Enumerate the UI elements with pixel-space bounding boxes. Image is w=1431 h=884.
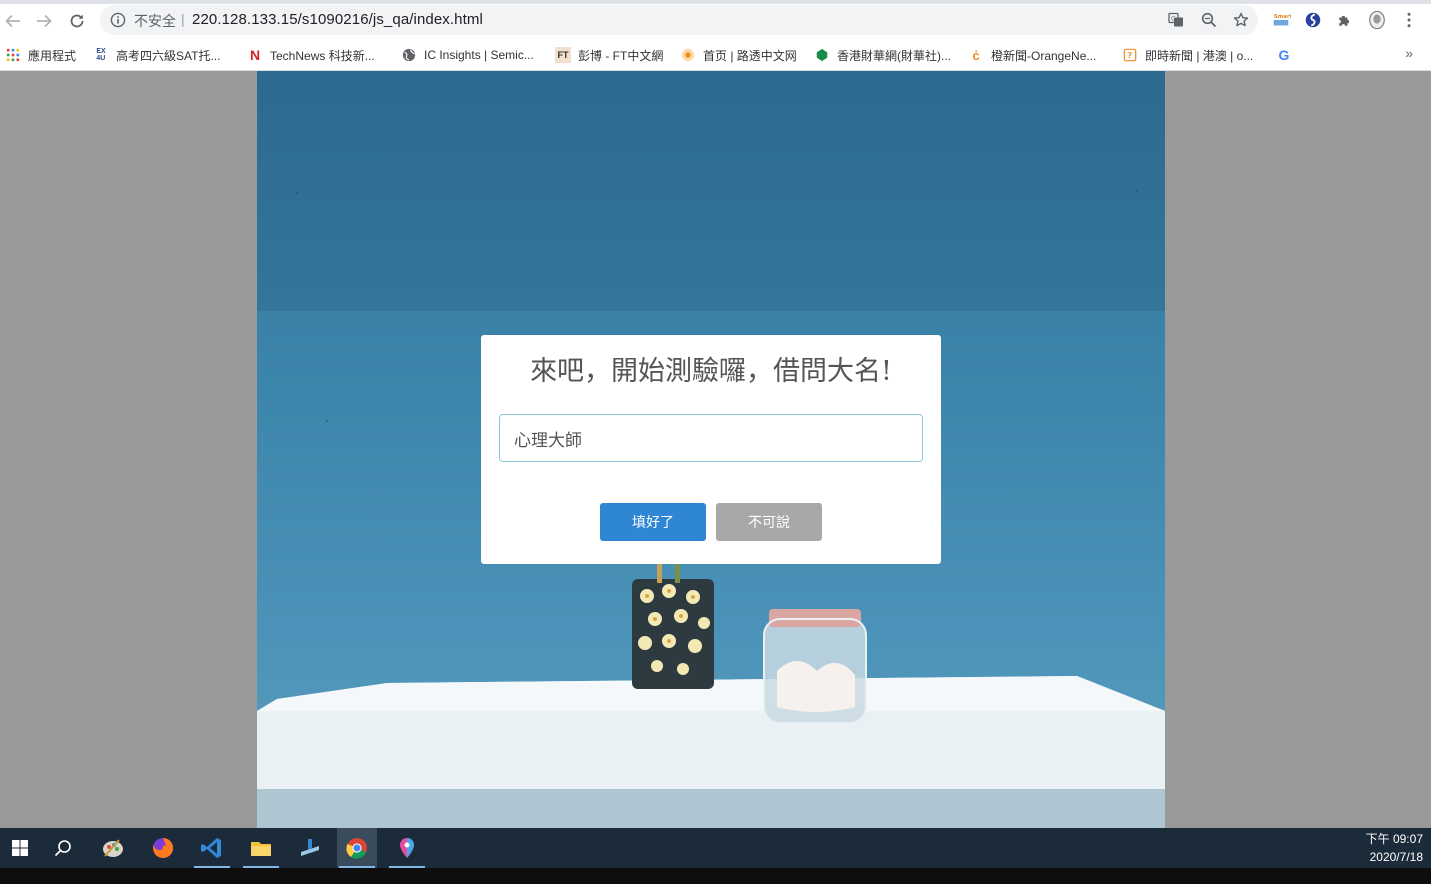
arrow-right-icon bbox=[37, 14, 52, 28]
taskbar-search-button[interactable] bbox=[43, 828, 83, 868]
star-icon[interactable] bbox=[1233, 12, 1249, 28]
tab-strip-edge bbox=[0, 0, 1431, 4]
bookmark-label: IC Insights | Semic... bbox=[424, 48, 534, 62]
orange-news-icon: ċ bbox=[972, 47, 980, 63]
taskbar-vscode[interactable] bbox=[192, 828, 232, 868]
bookmark-label: 香港財華網(財華社)... bbox=[837, 48, 951, 63]
reuters-icon bbox=[680, 47, 696, 63]
taskbar-file-explorer[interactable] bbox=[241, 828, 281, 868]
dialog-title: 來吧，開始測驗囉，借問大名! bbox=[530, 356, 892, 387]
taskbar-maps[interactable] bbox=[387, 828, 427, 868]
firefox-icon bbox=[153, 837, 174, 858]
smart-extension-icon[interactable]: Smart bbox=[1270, 9, 1292, 31]
bookmark-orange-news[interactable]: ċ 橙新聞-OrangeNe... bbox=[968, 44, 1096, 66]
arrow-left-icon bbox=[5, 14, 20, 28]
globe-icon bbox=[401, 47, 417, 63]
technews-icon: N bbox=[249, 47, 261, 63]
bookmark-reuters[interactable]: 首页 | 路透中文网 bbox=[680, 44, 797, 66]
profile-avatar-icon[interactable] bbox=[1366, 9, 1388, 31]
bookmark-label: 彭博 - FT中文網 bbox=[578, 48, 664, 63]
installer-icon bbox=[301, 839, 319, 856]
address-separator: | bbox=[181, 11, 185, 27]
zoom-icon[interactable] bbox=[1201, 12, 1217, 28]
address-bar[interactable]: 不安全 | 220.128.133.15/s1090216/js_qa/inde… bbox=[100, 5, 1258, 35]
bookmarks-bar: 應用程式 EX 4U 高考四六級SAT托... N TechNews 科技新...… bbox=[0, 40, 1431, 71]
confirm-button[interactable]: 填好了 bbox=[600, 503, 706, 541]
bookmark-finet[interactable]: 香港財華網(財華社)... bbox=[814, 44, 951, 66]
svg-text:G: G bbox=[1171, 16, 1176, 23]
bookmark-instant-news[interactable]: ? 即時新聞 | 港澳 | o... bbox=[1122, 44, 1253, 66]
bookmark-icinsights[interactable]: IC Insights | Semic... bbox=[401, 44, 534, 66]
url-text[interactable]: 220.128.133.15/s1090216/js_qa/index.html bbox=[192, 11, 483, 28]
browser-toolbar: 不安全 | 220.128.133.15/s1090216/js_qa/inde… bbox=[0, 0, 1431, 40]
bookmark-label: 即時新聞 | 港澳 | o... bbox=[1145, 48, 1254, 63]
name-dialog: 來吧，開始測驗囉，借問大名! 填好了 不可說 bbox=[481, 335, 941, 564]
screen-bottom-edge bbox=[0, 868, 1431, 884]
kebab-menu-icon[interactable] bbox=[1398, 9, 1420, 31]
bookmark-label: 高考四六級SAT托... bbox=[116, 48, 221, 63]
ft-icon: FT bbox=[555, 47, 571, 63]
clock-time: 下午 09:07 bbox=[1365, 832, 1423, 846]
file-explorer-icon bbox=[251, 842, 271, 856]
bookmark-label: 橙新聞-OrangeNe... bbox=[991, 48, 1097, 63]
windows-start-icon bbox=[12, 840, 28, 856]
bookmarks-overflow-button[interactable]: » bbox=[1405, 45, 1413, 61]
google-icon: G bbox=[1278, 47, 1290, 63]
exam4us-icon: EX 4U bbox=[96, 48, 106, 62]
apps-grid-icon bbox=[5, 47, 21, 63]
finet-icon bbox=[814, 47, 830, 63]
clock-date: 2020/7/18 bbox=[1369, 850, 1423, 864]
bookmark-label: TechNews 科技新... bbox=[270, 48, 375, 63]
search-icon bbox=[54, 840, 71, 857]
translate-icon[interactable]: G bbox=[1168, 12, 1184, 28]
security-label[interactable]: 不安全 bbox=[134, 11, 176, 31]
svg-text:?: ? bbox=[1127, 51, 1132, 60]
name-input[interactable] bbox=[499, 414, 923, 462]
bookmark-google[interactable]: G bbox=[1276, 44, 1299, 66]
back-button[interactable] bbox=[0, 8, 26, 34]
chrome-icon bbox=[346, 838, 367, 859]
puzzle-icon[interactable] bbox=[1334, 9, 1356, 31]
taskbar-installer[interactable] bbox=[290, 828, 330, 868]
vscode-icon bbox=[201, 838, 221, 858]
taskbar-paint[interactable] bbox=[93, 828, 133, 868]
news-icon: ? bbox=[1122, 47, 1138, 63]
reload-button[interactable] bbox=[64, 8, 90, 34]
windows-taskbar: 下午 09:07 2020/7/18 bbox=[0, 828, 1431, 868]
bookmark-exam[interactable]: EX 4U 高考四六級SAT托... bbox=[93, 44, 220, 66]
start-button[interactable] bbox=[0, 828, 40, 868]
bookmark-apps[interactable]: 應用程式 bbox=[5, 44, 76, 66]
bookmark-label: 應用程式 bbox=[28, 48, 77, 63]
taskbar-chrome[interactable] bbox=[337, 828, 377, 868]
forward-button[interactable] bbox=[31, 8, 57, 34]
maps-pin-icon bbox=[400, 838, 414, 858]
bookmark-technews[interactable]: N TechNews 科技新... bbox=[247, 44, 375, 66]
svg-text:Smart: Smart bbox=[1274, 14, 1291, 20]
paint-icon bbox=[103, 839, 123, 857]
system-clock[interactable]: 下午 09:07 2020/7/18 bbox=[1366, 830, 1423, 866]
s-extension-icon[interactable] bbox=[1302, 9, 1324, 31]
taskbar-firefox[interactable] bbox=[143, 828, 183, 868]
bookmark-ft[interactable]: FT 彭博 - FT中文網 bbox=[555, 44, 663, 66]
decline-button[interactable]: 不可說 bbox=[716, 503, 822, 541]
reload-icon bbox=[70, 14, 84, 28]
info-icon[interactable] bbox=[110, 12, 126, 28]
bookmark-label: 首页 | 路透中文网 bbox=[703, 48, 797, 63]
page-viewport: 來吧，開始測驗囉，借問大名! 填好了 不可說 bbox=[0, 71, 1431, 828]
